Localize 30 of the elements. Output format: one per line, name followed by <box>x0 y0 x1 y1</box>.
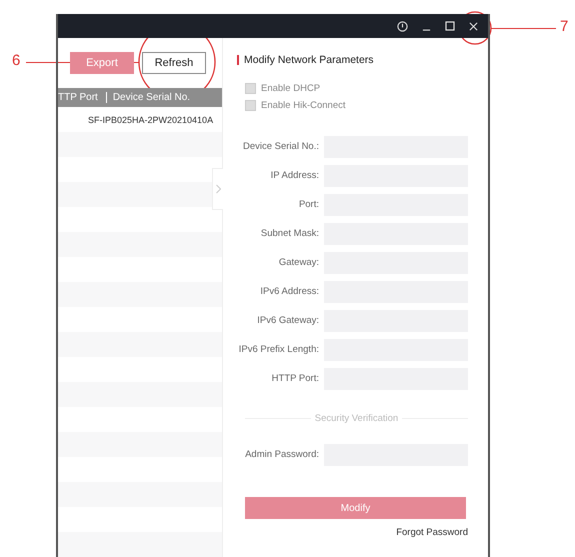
info-icon[interactable] <box>397 20 408 32</box>
field-label: IPv6 Address: <box>259 284 319 298</box>
field-label: HTTP Port: <box>270 372 319 386</box>
callout-number: 7 <box>560 18 568 35</box>
forgot-password-link[interactable]: Forgot Password <box>396 527 468 538</box>
collapse-handle[interactable] <box>212 168 223 210</box>
checkbox-label: Enable DHCP <box>261 83 320 94</box>
field-label: Subnet Mask: <box>260 226 319 240</box>
checkbox[interactable] <box>245 100 256 111</box>
callout-number: 6 <box>12 52 20 69</box>
panel-title: Modify Network Parameters <box>244 54 374 66</box>
column-header: Device Serial No. <box>112 92 190 104</box>
maximize-icon[interactable] <box>445 21 455 31</box>
leader-line <box>491 28 556 29</box>
field-label: Port: <box>298 198 319 212</box>
toolbar-button[interactable]: Refresh <box>142 52 206 74</box>
field-label: IPv6 Gateway: <box>256 314 319 328</box>
field-label: IPv6 Prefix Length: <box>238 342 319 356</box>
checkbox-label: Enable Hik-Connect <box>261 100 346 111</box>
title-accent-bar <box>237 55 239 65</box>
section-heading: Security Verification <box>314 413 398 424</box>
column-header: TTP Port <box>58 92 98 104</box>
table-cell-text: SF-IPB025HA-2PW20210410A <box>87 114 214 124</box>
close-icon[interactable] <box>469 22 478 30</box>
field-label: IP Address: <box>270 168 319 182</box>
field-label: Device Serial No.: <box>242 140 319 154</box>
field-label: Gateway: <box>278 256 319 270</box>
checkbox[interactable] <box>245 83 256 94</box>
field-label: Admin Password: <box>244 448 319 462</box>
chevron-right-icon <box>216 184 220 194</box>
